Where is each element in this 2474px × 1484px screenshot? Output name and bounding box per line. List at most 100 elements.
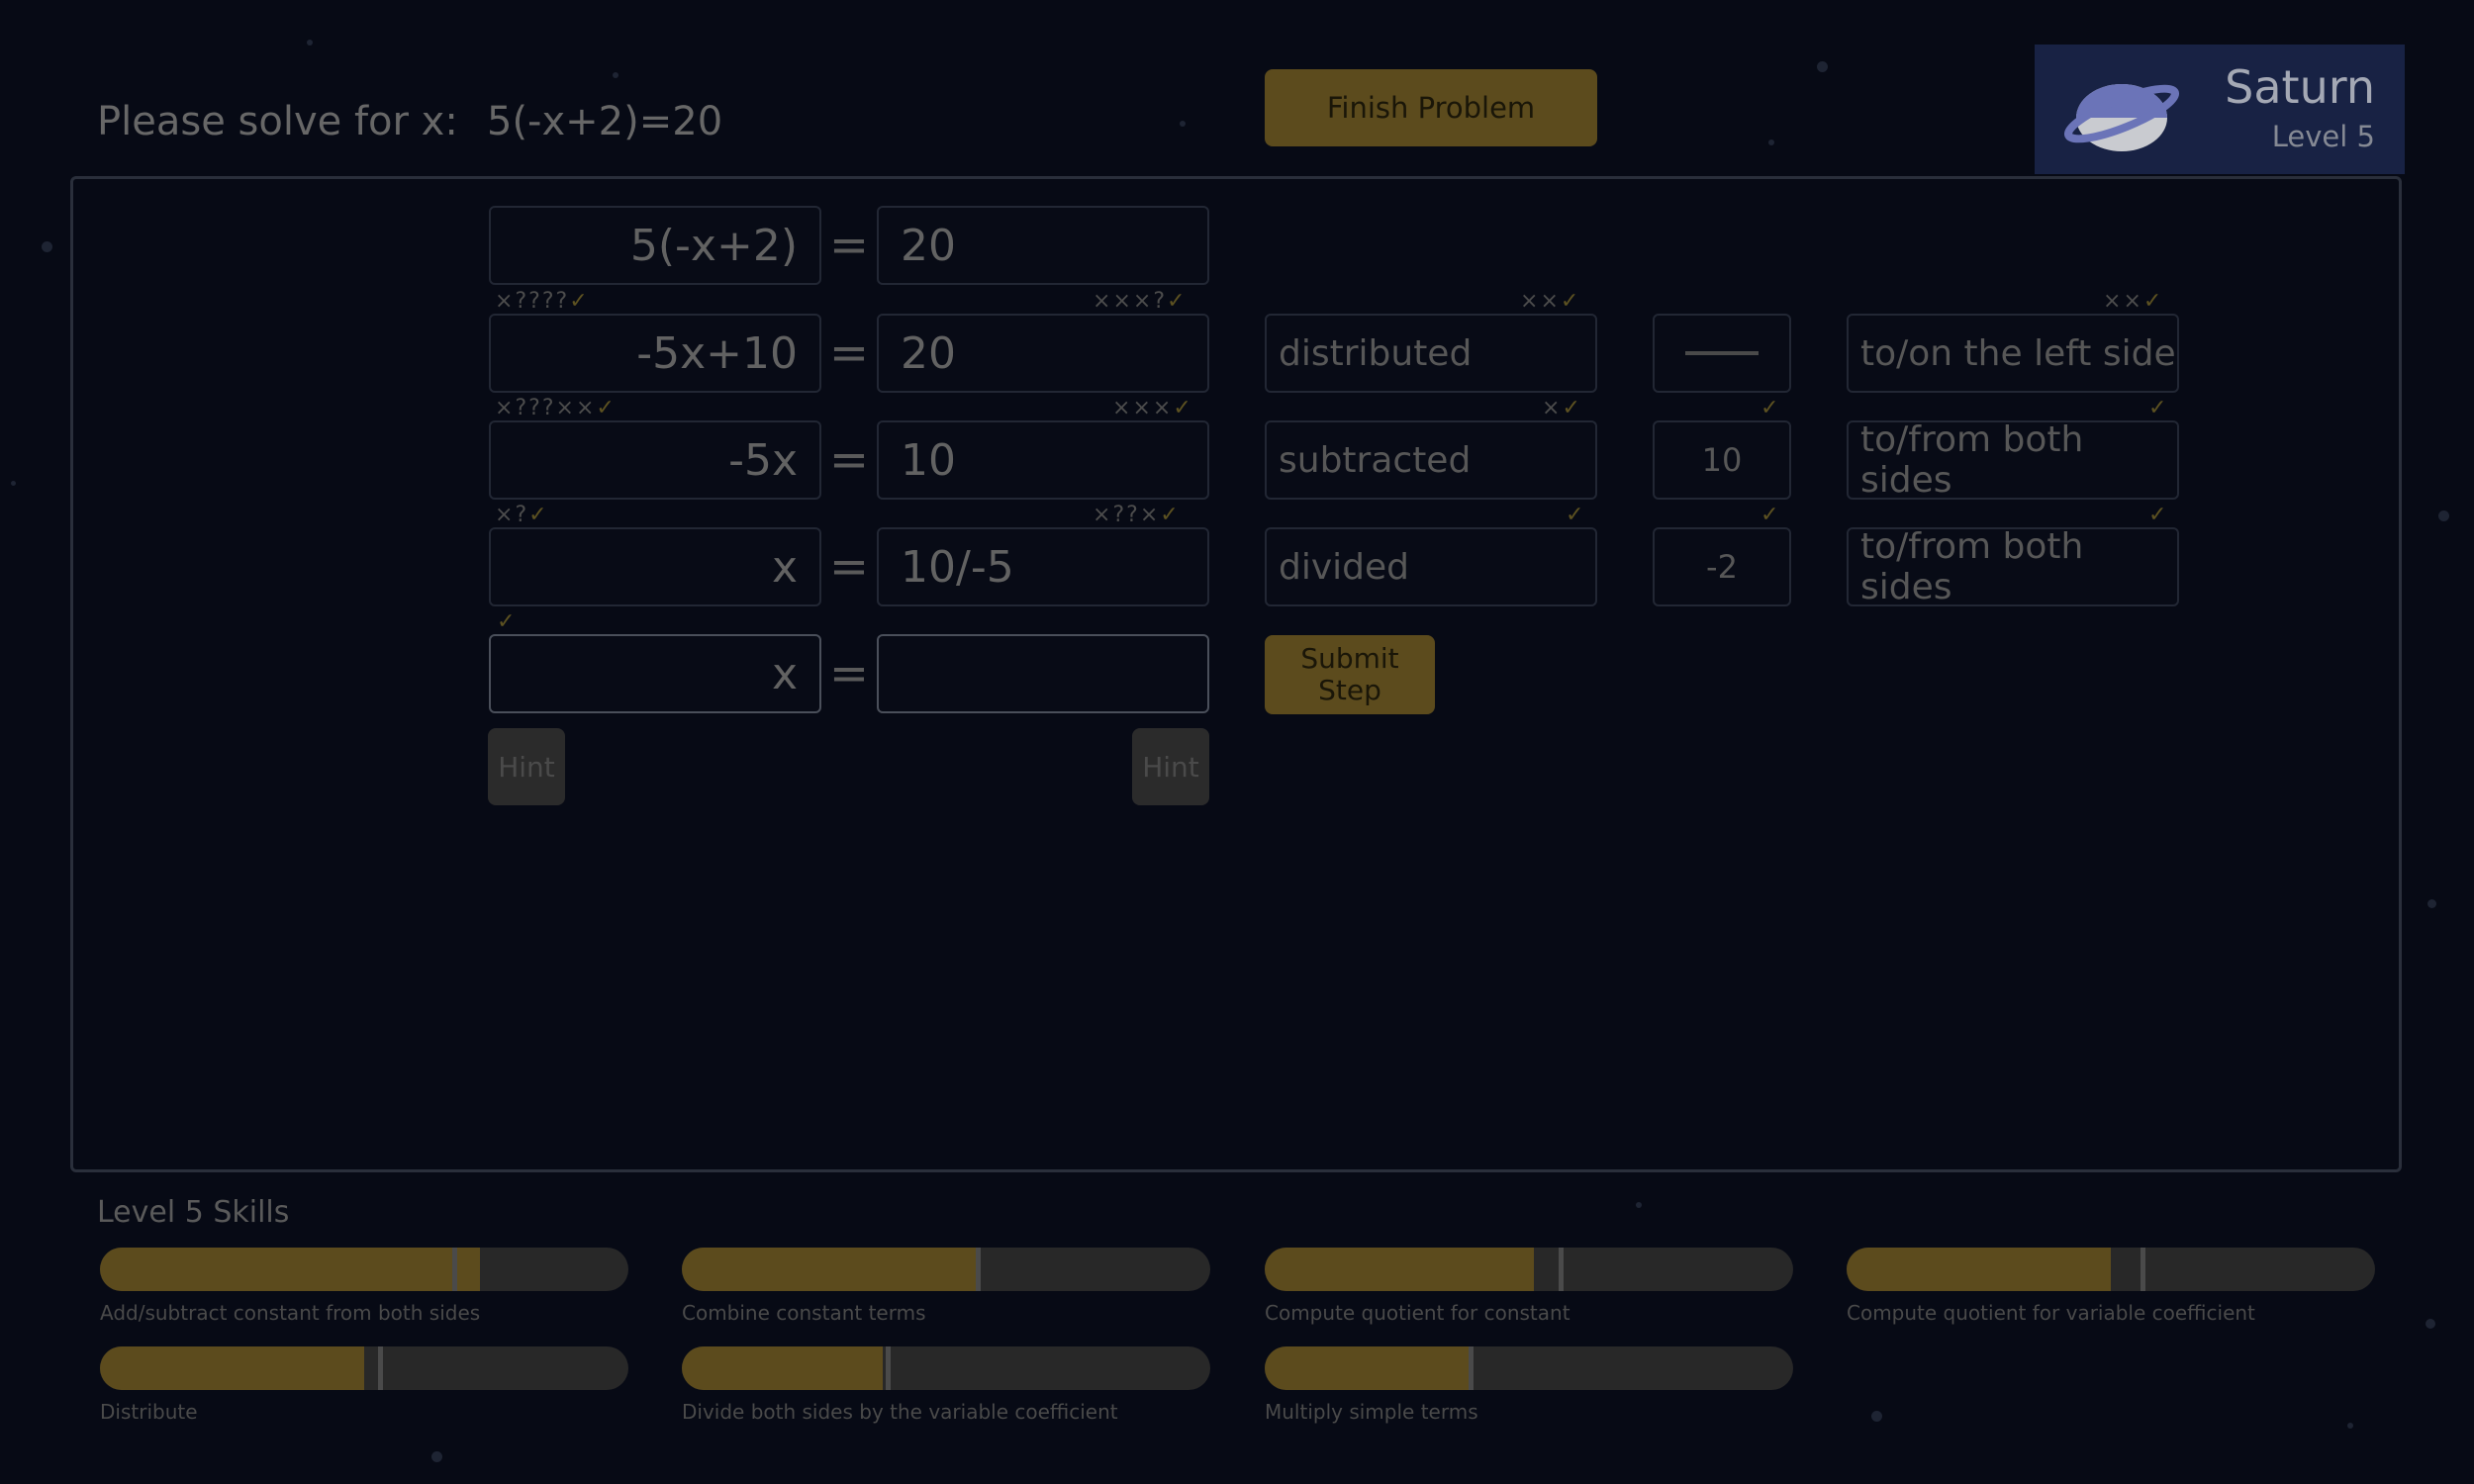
left-attempt-marks: ×???××✓: [495, 396, 617, 420]
right-attempt-marks: ×××✓: [1112, 396, 1193, 420]
skill-meter: Compute quotient for constant: [1265, 1248, 1793, 1325]
skill-mastery-marker: [378, 1346, 384, 1390]
star: [2427, 899, 2436, 908]
skill-label: Multiply simple terms: [1265, 1400, 1478, 1424]
left-side-input[interactable]: x: [489, 634, 821, 713]
where-select[interactable]: to/from both sides: [1847, 419, 2179, 501]
right-attempt-marks: ×××?✓: [1093, 289, 1188, 314]
star: [2347, 1423, 2353, 1429]
skill-progress-fill: [682, 1248, 979, 1291]
value-attempt-marks: ✓: [1760, 503, 1781, 527]
value-attempt-marks: ✓: [1760, 396, 1781, 420]
left-attempt-marks: ×?✓: [495, 503, 549, 527]
left-side-expression: -5x: [489, 420, 821, 500]
skill-progress-fill: [100, 1346, 364, 1390]
problem-equation: 5(-x+2)=20: [487, 99, 723, 144]
planet-name: Saturn: [2225, 60, 2375, 114]
equals-sign: =: [828, 325, 870, 381]
left-attempt-marks: ×????✓: [495, 289, 590, 314]
skill-progress-fill: [1847, 1248, 2111, 1291]
skill-label: Compute quotient for constant: [1265, 1301, 1570, 1325]
where-select[interactable]: to/on the left side: [1847, 314, 2179, 393]
skill-meter: Multiply simple terms: [1265, 1346, 1793, 1424]
planet-level-card: Saturn Level 5: [2035, 45, 2405, 174]
equals-sign: =: [828, 432, 870, 488]
skill-meter: Compute quotient for variable coefficien…: [1847, 1248, 2375, 1325]
skill-progress-fill: [682, 1346, 883, 1390]
star: [2438, 510, 2449, 521]
action-attempt-marks: ××✓: [1520, 289, 1581, 314]
value-field-empty[interactable]: [1653, 314, 1791, 393]
star: [307, 40, 313, 46]
skill-label: Divide both sides by the variable coeffi…: [682, 1400, 1118, 1424]
action-attempt-marks: ×✓: [1542, 396, 1582, 420]
left-attempt-marks: ✓: [497, 609, 518, 634]
where-select[interactable]: to/from both sides: [1847, 526, 2179, 607]
skill-mastery-marker: [1469, 1346, 1475, 1390]
skill-meter: Divide both sides by the variable coeffi…: [682, 1346, 1210, 1424]
skill-label: Compute quotient for variable coefficien…: [1847, 1301, 2255, 1325]
star: [1871, 1411, 1882, 1422]
star: [1768, 139, 1774, 145]
submit-step-button[interactable]: Submit Step: [1265, 635, 1435, 714]
skill-progress-fill: [1265, 1248, 1535, 1291]
action-attempt-marks: ✓: [1566, 503, 1586, 527]
star: [1636, 1202, 1642, 1208]
star: [2426, 1319, 2435, 1329]
left-side-expression: 5(-x+2): [489, 206, 821, 285]
star: [613, 72, 618, 78]
equals-sign: =: [828, 218, 870, 273]
left-hint-button[interactable]: Hint: [488, 728, 565, 805]
skill-label: Combine constant terms: [682, 1301, 926, 1325]
action-select[interactable]: distributed: [1265, 314, 1597, 393]
star: [11, 481, 16, 486]
skill-mastery-marker: [886, 1346, 892, 1390]
right-side-expression: 20: [877, 206, 1209, 285]
skill-progress-fill: [100, 1248, 481, 1291]
skill-progress-bar: [682, 1346, 1210, 1390]
skill-label: Add/subtract constant from both sides: [100, 1301, 481, 1325]
skills-section-title: Level 5 Skills: [97, 1195, 290, 1230]
left-side-expression: -5x+10: [489, 314, 821, 393]
action-select[interactable]: subtracted: [1265, 420, 1597, 500]
skill-mastery-marker: [1559, 1248, 1565, 1291]
skill-mastery-marker: [976, 1248, 982, 1291]
right-side-input[interactable]: [877, 634, 1209, 713]
star: [1817, 61, 1828, 72]
finish-problem-button[interactable]: Finish Problem: [1265, 69, 1597, 146]
planet-level: Level 5: [2271, 120, 2375, 153]
equals-sign: =: [828, 539, 870, 595]
where-attempt-marks: ✓: [2148, 396, 2169, 420]
right-side-expression: 10/-5: [877, 527, 1209, 606]
empty-value-dash: [1685, 351, 1759, 355]
skill-progress-bar: [100, 1346, 628, 1390]
skill-progress-bar: [1265, 1248, 1793, 1291]
skill-progress-bar: [100, 1248, 628, 1291]
skill-progress-bar: [1847, 1248, 2375, 1291]
where-attempt-marks: ✓: [2148, 503, 2169, 527]
skill-meter: Combine constant terms: [682, 1248, 1210, 1325]
where-attempt-marks: ××✓: [2103, 289, 2164, 314]
problem-prompt-label: Please solve for x:: [97, 99, 458, 144]
skill-mastery-marker: [2141, 1248, 2146, 1291]
right-attempt-marks: ×??×✓: [1093, 503, 1181, 527]
left-side-expression: x: [489, 527, 821, 606]
skill-meter: Distribute: [100, 1346, 628, 1424]
skill-progress-fill: [1265, 1346, 1472, 1390]
skill-progress-bar: [682, 1248, 1210, 1291]
skill-progress-bar: [1265, 1346, 1793, 1390]
saturn-planet-icon: [2064, 84, 2180, 151]
action-select[interactable]: divided: [1265, 527, 1597, 606]
right-side-expression: 20: [877, 314, 1209, 393]
right-hint-button[interactable]: Hint: [1132, 728, 1209, 805]
star: [42, 241, 52, 252]
equals-sign: =: [828, 646, 870, 701]
skill-mastery-marker: [451, 1248, 457, 1291]
value-field[interactable]: 10: [1653, 420, 1791, 500]
star: [1180, 121, 1186, 127]
star: [431, 1451, 442, 1462]
skill-label: Distribute: [100, 1400, 198, 1424]
value-field[interactable]: -2: [1653, 527, 1791, 606]
right-side-expression: 10: [877, 420, 1209, 500]
skill-meter: Add/subtract constant from both sides: [100, 1248, 628, 1325]
